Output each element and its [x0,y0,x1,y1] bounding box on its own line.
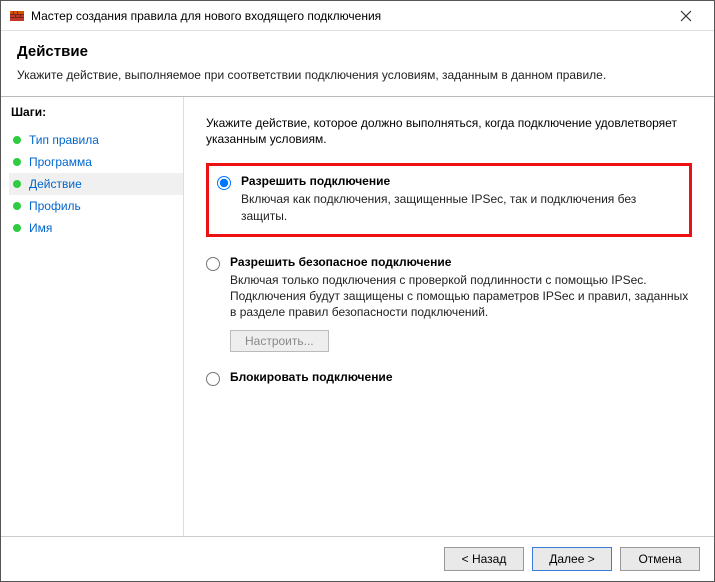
step-label: Действие [29,177,82,191]
option-text: Разрешить подключение Включая как подклю… [241,174,679,223]
page-heading: Действие [17,43,698,60]
option-text: Блокировать подключение [230,370,692,384]
firewall-icon [9,8,25,24]
option-desc: Включая только подключения с проверкой п… [230,272,692,321]
option-label: Разрешить подключение [241,174,679,188]
steps-title: Шаги: [9,105,183,119]
page-subtitle: Укажите действие, выполняемое при соотве… [17,68,698,82]
radio-block-connection[interactable] [206,372,220,386]
close-icon [680,10,692,22]
step-profile[interactable]: Профиль [9,195,183,217]
radio-allow-secure-connection[interactable] [206,257,220,271]
configure-button: Настроить... [230,330,329,352]
cancel-button[interactable]: Отмена [620,547,700,571]
step-program[interactable]: Программа [9,151,183,173]
highlighted-option: Разрешить подключение Включая как подклю… [206,163,692,236]
step-name[interactable]: Имя [9,217,183,239]
option-allow-secure-connection[interactable]: Разрешить безопасное подключение Включая… [206,255,692,321]
header-area: Действие Укажите действие, выполняемое п… [1,31,714,96]
option-desc: Включая как подключения, защищенные IPSe… [241,191,679,223]
step-action[interactable]: Действие [9,173,183,195]
window-title: Мастер создания правила для нового входя… [31,9,666,23]
next-button[interactable]: Далее > [532,547,612,571]
option-group-block: Блокировать подключение [206,370,692,386]
option-group-secure: Разрешить безопасное подключение Включая… [206,255,692,353]
step-label: Программа [29,155,92,169]
option-label: Разрешить безопасное подключение [230,255,692,269]
footer: < Назад Далее > Отмена [1,536,714,581]
step-bullet-icon [13,158,21,166]
content-intro: Укажите действие, которое должно выполня… [206,115,692,147]
option-allow-connection[interactable]: Разрешить подключение Включая как подклю… [217,174,679,223]
step-rule-type[interactable]: Тип правила [9,129,183,151]
step-label: Имя [29,221,52,235]
step-bullet-icon [13,202,21,210]
titlebar: Мастер создания правила для нового входя… [1,1,714,31]
body: Шаги: Тип правила Программа Действие Про… [1,97,714,536]
option-text: Разрешить безопасное подключение Включая… [230,255,692,321]
content-area: Укажите действие, которое должно выполня… [184,97,714,536]
step-bullet-icon [13,180,21,188]
radio-allow-connection[interactable] [217,176,231,190]
option-label: Блокировать подключение [230,370,692,384]
wizard-window: Мастер создания правила для нового входя… [0,0,715,582]
step-bullet-icon [13,136,21,144]
back-button[interactable]: < Назад [444,547,524,571]
step-label: Тип правила [29,133,99,147]
step-label: Профиль [29,199,81,213]
option-block-connection[interactable]: Блокировать подключение [206,370,692,386]
steps-sidebar: Шаги: Тип правила Программа Действие Про… [1,97,184,536]
step-bullet-icon [13,224,21,232]
close-button[interactable] [666,2,706,30]
